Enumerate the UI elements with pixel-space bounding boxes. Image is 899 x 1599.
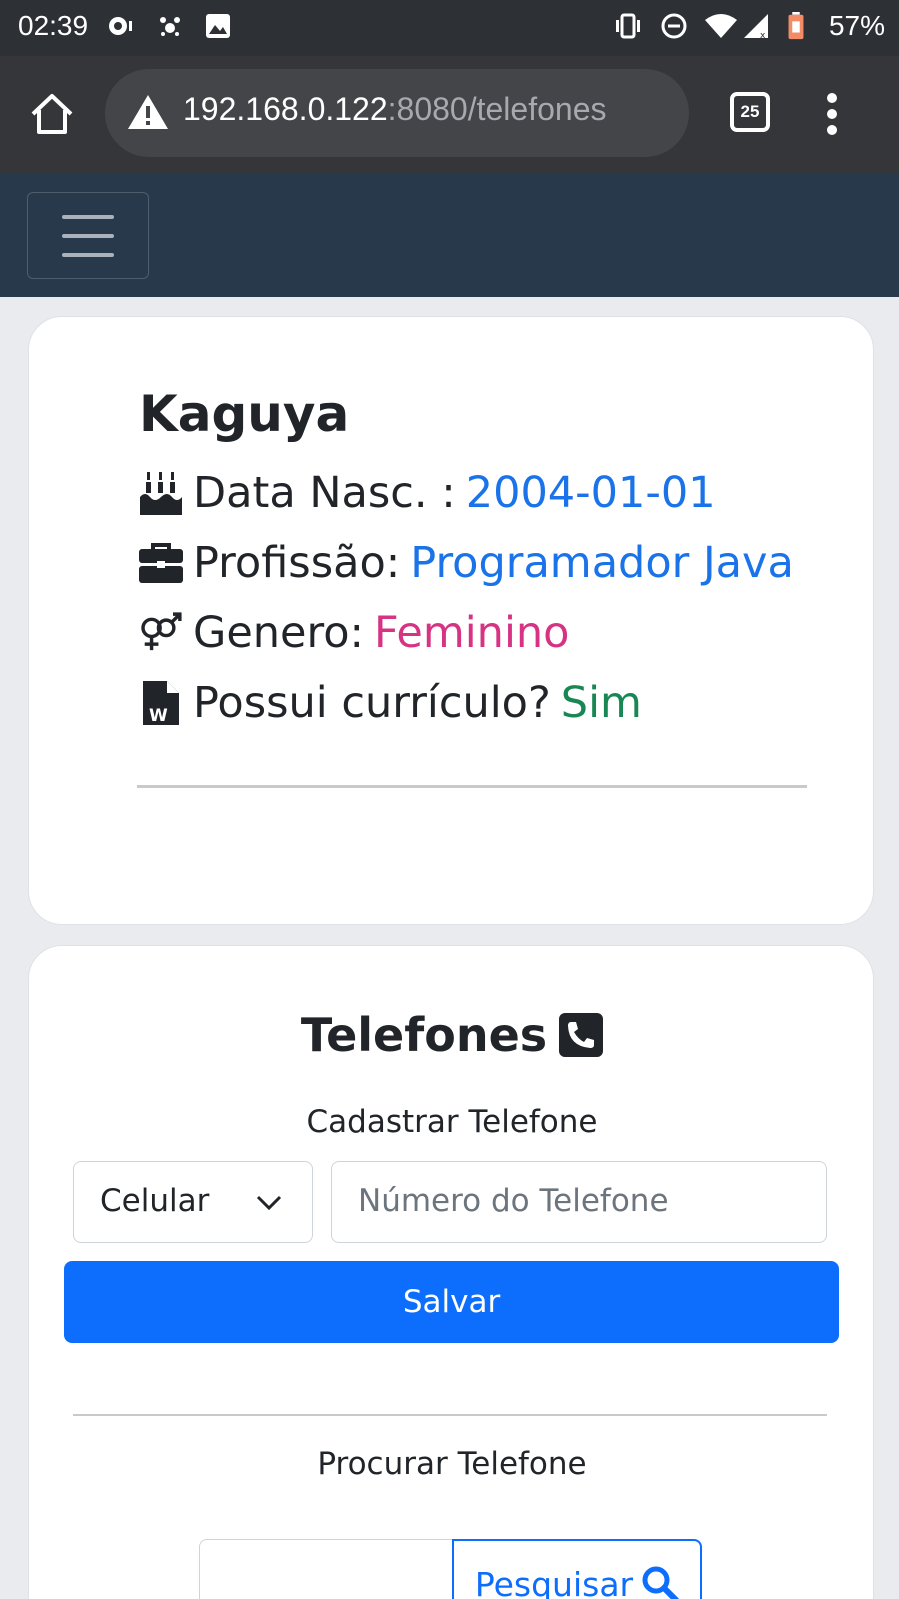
navbar-toggler-button[interactable]	[27, 192, 149, 279]
search-button[interactable]: Pesquisar	[452, 1539, 702, 1599]
status-time: 02:39	[18, 10, 89, 41]
wifi-icon	[705, 14, 737, 38]
address-bar[interactable]: 192.168.0.122:8080/telefones	[105, 69, 689, 157]
hamburger-line	[62, 215, 114, 219]
gender-label: Genero:	[193, 608, 365, 658]
resume-value: Sim	[560, 678, 642, 728]
phone-number-input[interactable]: Número do Telefone	[331, 1161, 827, 1243]
phones-heading: Telefones	[29, 1008, 875, 1062]
search-button-label: Pesquisar	[474, 1564, 634, 1599]
profession-label: Profissão:	[193, 538, 401, 588]
phone-type-select[interactable]: Celular	[73, 1161, 313, 1243]
chevron-down-icon	[256, 1195, 282, 1211]
venus-mars-icon	[141, 612, 182, 651]
profession-row: Profissão: Programador Java	[137, 535, 794, 591]
image-notification-icon	[206, 14, 230, 38]
vibrate-icon	[616, 13, 640, 39]
search-icon	[642, 1566, 679, 1599]
svg-text:W: W	[149, 706, 168, 726]
battery-percent: 57%	[828, 10, 885, 41]
tab-switcher-button[interactable]: 25	[730, 92, 770, 132]
birth-date-value: 2004-01-01	[465, 468, 716, 518]
phones-card: Telefones Cadastrar Telefone Celular Núm…	[28, 945, 874, 1599]
profession-value: Programador Java	[410, 538, 794, 588]
home-icon[interactable]	[28, 90, 76, 138]
resume-label: Possui currículo?	[193, 678, 551, 728]
warning-icon[interactable]	[127, 93, 169, 131]
url-text[interactable]: 192.168.0.122:8080/telefones	[183, 91, 606, 128]
search-input[interactable]	[199, 1539, 453, 1599]
save-button[interactable]: Salvar	[64, 1261, 839, 1343]
do-not-disturb-icon	[661, 13, 687, 39]
gender-value: Feminino	[374, 608, 570, 658]
birth-date-label: Data Nasc. :	[193, 468, 456, 518]
hamburger-line	[62, 234, 114, 238]
search-phone-label: Procurar Telefone	[317, 1446, 587, 1482]
svg-text:x: x	[760, 31, 766, 40]
resume-row: W Possui currículo? Sim	[137, 675, 642, 731]
profile-card: Kaguya Data Nasc. : 2004-01-01 Profissão…	[28, 316, 874, 925]
more-options-icon[interactable]	[826, 92, 838, 136]
status-bar: 02:39 x 57%	[0, 0, 899, 56]
word-file-icon: W	[143, 681, 179, 726]
phones-title: Telefones	[300, 1008, 548, 1062]
birth-date-row: Data Nasc. : 2004-01-01	[137, 465, 716, 521]
app-navbar	[0, 174, 899, 297]
notification-icon	[109, 17, 132, 35]
app-notification-icon	[160, 17, 180, 36]
phone-type-value: Celular	[100, 1183, 210, 1219]
browser-toolbar: 192.168.0.122:8080/telefones 25	[0, 56, 899, 174]
signal-icon: x	[744, 14, 768, 40]
gender-row: Genero: Feminino	[137, 605, 569, 661]
battery-icon	[788, 12, 804, 40]
briefcase-icon	[139, 543, 183, 583]
register-phone-label: Cadastrar Telefone	[306, 1104, 598, 1140]
url-host: 192.168.0.122	[183, 91, 388, 127]
birthday-cake-icon	[140, 472, 182, 515]
profile-divider	[137, 785, 807, 788]
hamburger-line	[62, 253, 114, 257]
profile-name: Kaguya	[139, 385, 350, 443]
url-path: :8080/telefones	[387, 91, 607, 127]
phone-square-icon	[559, 1013, 604, 1057]
phones-divider	[73, 1414, 827, 1416]
